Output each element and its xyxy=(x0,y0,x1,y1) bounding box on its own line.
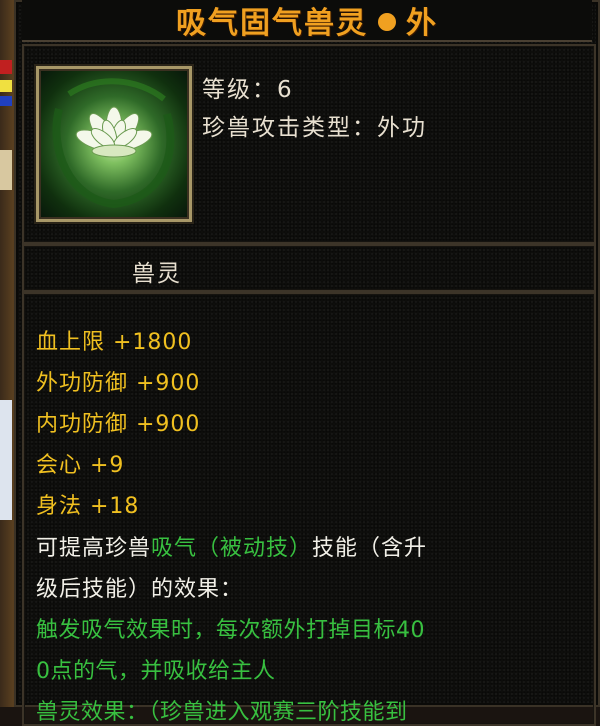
item-icon-frame xyxy=(36,66,192,222)
stat-line: 会心 +9 xyxy=(36,453,125,478)
pet-attack-type: 珍兽攻击类型：外功 xyxy=(202,115,427,141)
category-panel xyxy=(22,244,596,292)
lotus-spirit-icon xyxy=(52,78,175,209)
item-level: 等级：6 xyxy=(202,77,294,103)
edge-marker xyxy=(0,60,12,74)
item-title: 吸气固气兽灵 外 xyxy=(176,0,438,42)
description-line: 可提高珍兽吸气（被动技）技能（含升 xyxy=(36,530,427,562)
stat-line: 身法 +18 xyxy=(36,494,140,519)
effect-line: 触发吸气效果时，每次额外打掉目标40 xyxy=(36,618,425,643)
stat-line: 外功防御 +900 xyxy=(36,371,201,396)
skill-name: 吸气（被动技） xyxy=(151,536,313,561)
item-tooltip: 吸气固气兽灵 外 等级：6 珍兽攻击类型：外功 兽灵 血上限 +1800 外功防御… xyxy=(14,0,600,726)
description-prefix: 可提高珍兽 xyxy=(36,536,152,561)
edge-marker xyxy=(0,80,12,92)
edge-marker xyxy=(0,400,12,520)
item-type: 外 xyxy=(406,6,438,41)
description-line: 级后技能）的效果： xyxy=(36,577,244,602)
stat-line: 血上限 +1800 xyxy=(36,330,193,355)
description-suffix: 技能（含升 xyxy=(312,536,428,561)
tooltip-title-bar: 吸气固气兽灵 外 xyxy=(22,0,592,42)
edge-marker xyxy=(0,150,12,190)
stat-line: 内功防御 +900 xyxy=(36,412,201,437)
title-separator-dot xyxy=(378,12,396,31)
edge-marker xyxy=(0,96,12,106)
item-category: 兽灵 xyxy=(132,261,182,287)
effect-line: 0点的气，并吸收给主人 xyxy=(36,659,276,684)
item-name: 吸气固气兽灵 xyxy=(176,6,368,41)
effect-line: 兽灵效果：（珍兽进入观赛三阶技能到 xyxy=(36,700,408,725)
